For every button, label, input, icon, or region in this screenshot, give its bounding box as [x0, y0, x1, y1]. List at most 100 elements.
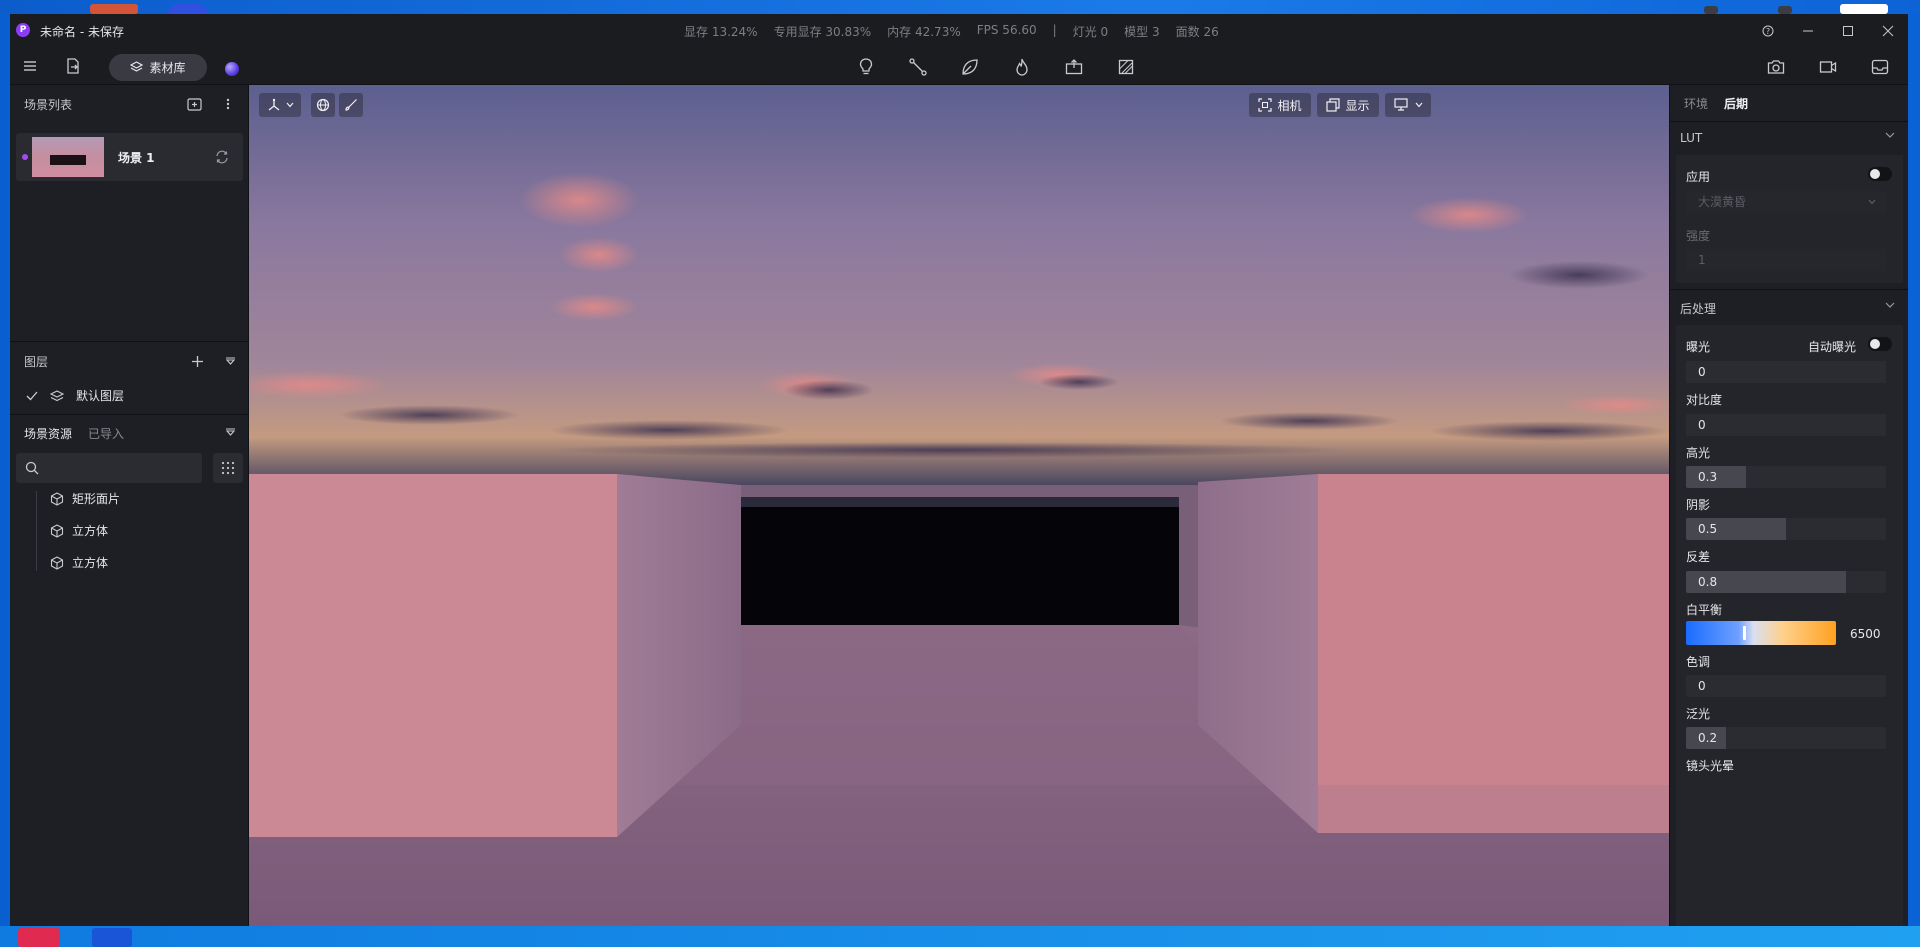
screenshot-camera-icon[interactable] — [1766, 57, 1786, 77]
tab-environment[interactable]: 环境 — [1684, 95, 1708, 112]
white-balance-slider[interactable] — [1686, 621, 1836, 645]
layer-name: 默认图层 — [76, 389, 125, 403]
close-icon[interactable] — [1868, 14, 1908, 47]
help-icon[interactable]: ? — [1748, 14, 1788, 47]
layer-item[interactable]: 默认图层 — [26, 387, 124, 404]
cube-icon — [50, 491, 64, 506]
bloom-slider[interactable]: 0.2 — [1686, 727, 1886, 749]
globe-icon — [316, 98, 330, 112]
panel-divider — [10, 414, 249, 415]
white-balance-label: 白平衡 — [1686, 603, 1723, 617]
panel-tabs: 环境 后期 — [1684, 95, 1748, 112]
right-properties-panel: 环境 后期 LUT 应用 大漠黄昏 强度 1 后处理 曝光 自动曝光 0 对比度… — [1669, 85, 1908, 926]
tab-post[interactable]: 后期 — [1724, 95, 1748, 112]
desktop-icon[interactable] — [1840, 4, 1888, 14]
lut-section-header[interactable]: LUT — [1670, 121, 1908, 155]
tint-input[interactable]: 0 — [1686, 675, 1886, 697]
minimize-icon[interactable] — [1788, 14, 1828, 47]
display-menu-button[interactable]: 显示 — [1317, 93, 1379, 117]
add-scene-icon[interactable] — [186, 97, 202, 111]
active-scene-dot — [22, 154, 28, 160]
tab-imported[interactable]: 已导入 — [88, 425, 124, 442]
tab-scene-assets[interactable]: 场景资源 — [24, 425, 72, 442]
exposure-input[interactable]: 0 — [1686, 361, 1886, 383]
view-mode-dropdown[interactable] — [1385, 93, 1431, 117]
output-tray-icon[interactable] — [1870, 57, 1890, 77]
path-tool-icon[interactable] — [908, 57, 928, 77]
material-library-button[interactable]: 素材库 — [109, 54, 207, 81]
assets-collapse-icon[interactable] — [224, 427, 236, 437]
contrast-label: 对比度 — [1686, 393, 1723, 407]
contrast-input[interactable]: 0 — [1686, 414, 1886, 436]
exposure-label: 曝光 — [1686, 340, 1711, 354]
add-layer-icon[interactable] — [190, 354, 204, 368]
import-model-icon[interactable] — [1064, 57, 1084, 77]
desktop-icon[interactable] — [90, 4, 138, 14]
video-record-icon[interactable] — [1818, 57, 1838, 77]
white-balance-handle[interactable] — [1743, 626, 1746, 640]
material-ball-icon[interactable] — [1116, 57, 1136, 77]
bloom-label: 泛光 — [1686, 707, 1711, 721]
tree-guide-line — [36, 491, 37, 571]
world-space-button[interactable] — [311, 93, 335, 117]
desktop-icon[interactable] — [1704, 6, 1718, 14]
lut-apply-toggle[interactable] — [1868, 167, 1892, 181]
taskbar-app-icon[interactable] — [92, 928, 132, 947]
stat-separator: | — [1052, 23, 1057, 37]
asset-name: 立方体 — [72, 524, 109, 538]
more-options-icon[interactable] — [224, 97, 232, 111]
post-section-header[interactable]: 后处理 — [1670, 291, 1908, 325]
lut-preset-select[interactable]: 大漠黄昏 — [1686, 191, 1886, 213]
asset-item[interactable]: 矩形面片 — [50, 490, 120, 507]
brush-icon — [345, 99, 357, 111]
desktop-icon[interactable] — [1778, 6, 1792, 14]
scene-render — [249, 85, 1669, 926]
asset-search-input[interactable] — [16, 453, 202, 483]
performance-stats: 显存 13.24% 专用显存 30.83% 内存 42.73% FPS 56.6… — [684, 23, 1235, 40]
taskbar-app-icon[interactable] — [18, 928, 60, 947]
scene-item[interactable]: 场景 1 — [16, 133, 243, 181]
chevron-down-icon — [1868, 199, 1876, 205]
lut-title: LUT — [1680, 131, 1703, 145]
check-icon[interactable] — [26, 391, 38, 401]
reflect-value: 0.8 — [1698, 575, 1718, 589]
asset-item[interactable]: 立方体 — [50, 522, 108, 539]
cube-icon — [50, 523, 64, 538]
menu-icon[interactable] — [22, 58, 38, 74]
window-controls: ? — [1748, 14, 1908, 47]
scene-name: 场景 1 — [118, 151, 155, 165]
asset-item[interactable]: 立方体 — [50, 554, 108, 571]
layers-header: 图层 — [10, 342, 249, 380]
bloom-value: 0.2 — [1698, 731, 1718, 745]
reflect-slider[interactable]: 0.8 — [1686, 571, 1886, 593]
snap-tool-button[interactable] — [339, 93, 363, 117]
left-sidebar: 场景列表 场景 1 图层 默认图层 场景资源 已导入 矩形面片 立方体 立方体 — [10, 85, 249, 926]
light-bulb-icon[interactable] — [856, 57, 876, 77]
shadow-slider[interactable]: 0.5 — [1686, 518, 1886, 540]
maximize-icon[interactable] — [1828, 14, 1868, 47]
camera-menu-button[interactable]: 相机 — [1249, 93, 1311, 117]
leaf-icon[interactable] — [960, 57, 980, 77]
transform-gizmo-dropdown[interactable] — [259, 93, 301, 117]
highlight-value: 0.3 — [1698, 470, 1718, 484]
3d-viewport[interactable]: 相机 显示 — [249, 85, 1669, 926]
flame-icon[interactable] — [1012, 57, 1032, 77]
auto-exposure-toggle[interactable] — [1868, 337, 1892, 351]
camera-label: 相机 — [1277, 98, 1302, 113]
app-logo-icon: P — [16, 23, 30, 37]
layers-collapse-icon[interactable] — [224, 356, 236, 366]
app-window: P 未命名 - 未保存 显存 13.24% 专用显存 30.83% 内存 42.… — [10, 14, 1908, 926]
grid-view-button[interactable] — [213, 453, 243, 483]
file-export-icon[interactable] — [64, 57, 82, 75]
auto-exposure-label: 自动曝光 — [1808, 340, 1857, 354]
layer-stack-icon — [50, 389, 64, 401]
search-icon — [25, 461, 39, 475]
render-orb-icon[interactable] — [225, 62, 239, 76]
monitor-icon — [1393, 98, 1408, 111]
lut-strength-input[interactable]: 1 — [1686, 249, 1886, 271]
highlight-slider[interactable]: 0.3 — [1686, 466, 1886, 488]
asset-name: 立方体 — [72, 556, 109, 570]
desktop-icon[interactable] — [168, 4, 208, 14]
grid-icon — [221, 461, 235, 475]
refresh-icon[interactable] — [214, 149, 230, 165]
